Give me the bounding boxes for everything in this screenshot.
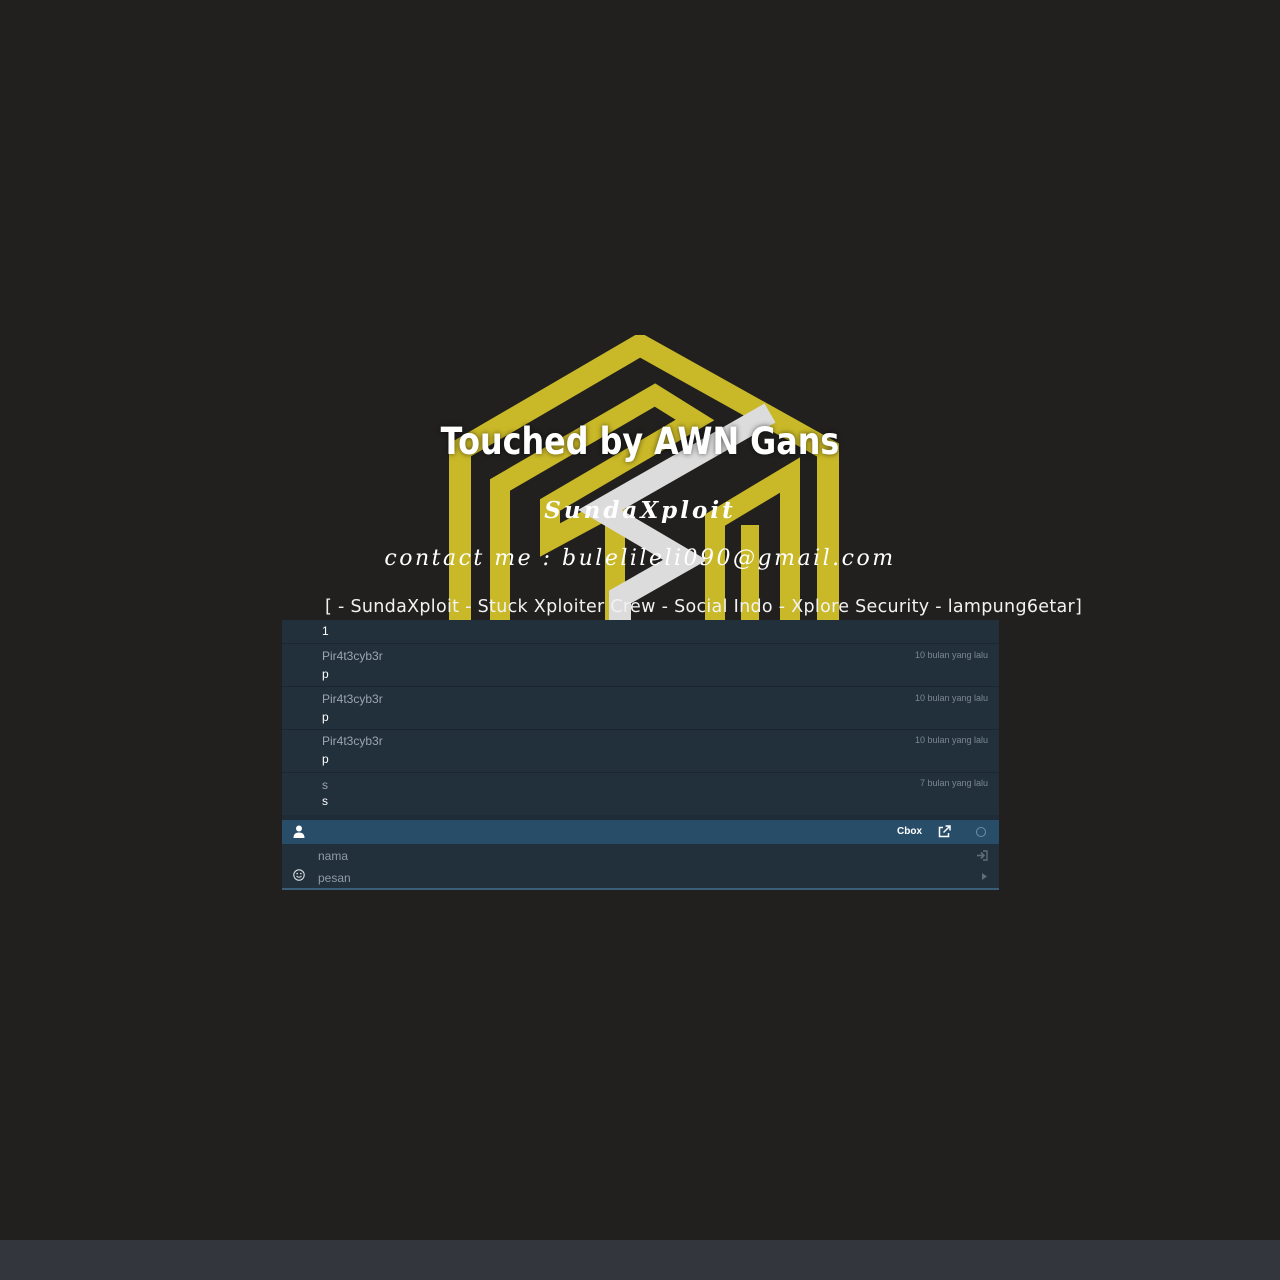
- list-item: Pir4t3cyb3r 10 bulan yang lalu p: [282, 644, 999, 687]
- list-item: Pir4t3cyb3r 10 bulan yang lalu p: [282, 687, 999, 730]
- user-icon[interactable]: [293, 825, 305, 838]
- message-input[interactable]: [314, 869, 962, 887]
- name-input[interactable]: [314, 847, 962, 865]
- caret-right-icon[interactable]: [982, 873, 987, 880]
- message-author[interactable]: Pir4t3cyb3r: [322, 734, 383, 748]
- message-time: 10 bulan yang lalu: [914, 735, 988, 745]
- message-body: p: [322, 752, 329, 766]
- sundaxploit-logo: [449, 335, 839, 625]
- message-body: 1: [322, 624, 329, 638]
- page-title: Touched by AWN Gans: [440, 420, 840, 463]
- footer-bar: [0, 1240, 1280, 1280]
- message-author[interactable]: Pir4t3cyb3r: [322, 649, 383, 663]
- contact-line: contact me : bulelileli090@gmail.com: [384, 546, 896, 571]
- message-list[interactable]: 1 Pir4t3cyb3r 10 bulan yang lalu p Pir4t…: [282, 620, 999, 815]
- login-icon[interactable]: [976, 850, 988, 861]
- crew-list: [ - SundaXploit - Stuck Xploiter Crew - …: [325, 597, 1083, 617]
- chat-toolbar: Cbox: [282, 820, 999, 844]
- message-body: p: [322, 667, 329, 681]
- cbox-chat-widget: 1 Pir4t3cyb3r 10 bulan yang lalu p Pir4t…: [282, 620, 999, 890]
- list-item: s 7 bulan yang lalu s: [282, 773, 999, 815]
- smiley-icon[interactable]: [293, 869, 305, 881]
- status-circle-icon[interactable]: [976, 827, 986, 837]
- cbox-brand-link[interactable]: Cbox: [897, 826, 922, 837]
- message-time: 10 bulan yang lalu: [914, 693, 988, 703]
- message-body: s: [322, 794, 328, 808]
- message-author[interactable]: s: [322, 778, 328, 792]
- team-name: SundaXploit: [544, 497, 736, 524]
- message-time: 7 bulan yang lalu: [919, 778, 988, 788]
- message-author[interactable]: Pir4t3cyb3r: [322, 692, 383, 706]
- list-item: 1: [282, 620, 999, 644]
- message-time: 10 bulan yang lalu: [914, 650, 988, 660]
- external-link-icon[interactable]: [938, 825, 951, 838]
- message-body: p: [322, 710, 329, 724]
- chat-form: [282, 844, 999, 890]
- page: Touched by AWN Gans SundaXploit contact …: [0, 0, 1280, 1280]
- list-item: Pir4t3cyb3r 10 bulan yang lalu p: [282, 730, 999, 773]
